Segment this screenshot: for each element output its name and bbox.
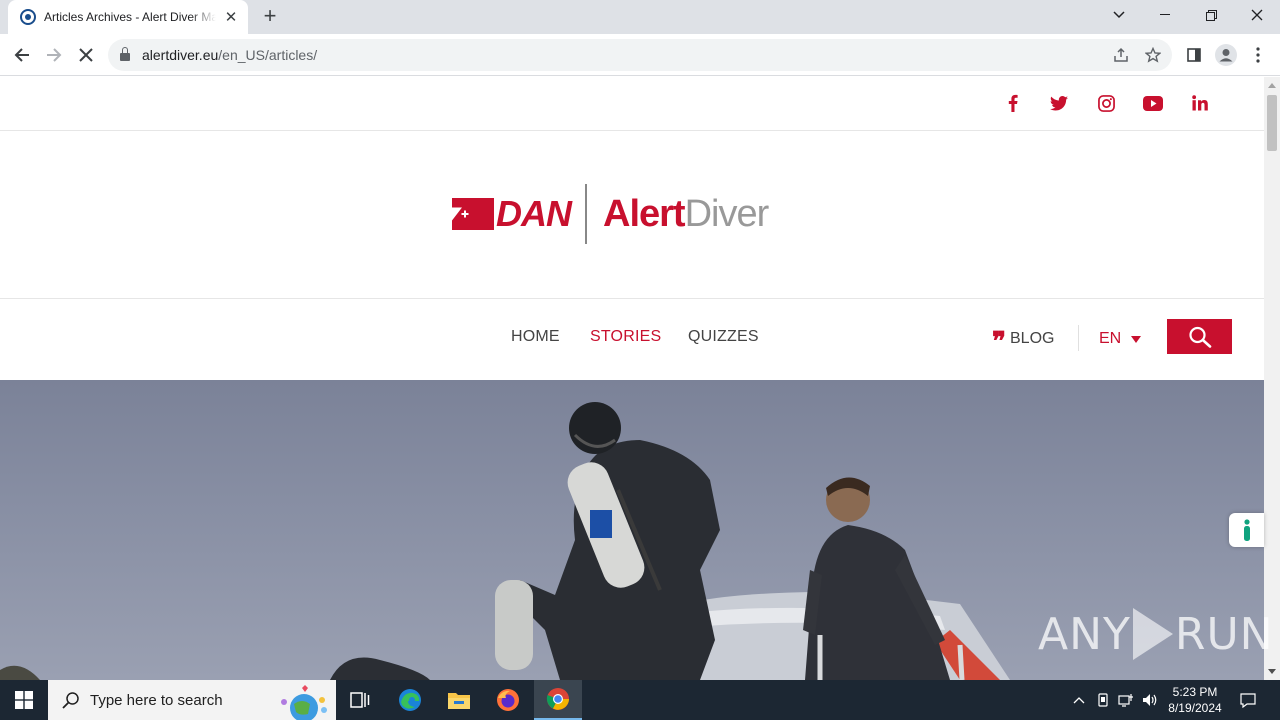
main-navigation: HOME STORIES QUIZZES ❞ BLOG EN [0,300,1264,380]
close-tab-icon[interactable]: ✕ [222,8,240,26]
network-icon[interactable] [1115,680,1137,720]
chrome-app[interactable] [534,680,582,720]
language-selector[interactable]: EN [1099,330,1142,348]
chrome-icon [546,688,569,710]
search-highlight-icon [281,685,327,720]
menu-dots-icon[interactable] [1244,41,1272,69]
volume-icon[interactable] [1139,680,1161,720]
file-explorer-app[interactable] [435,680,483,720]
tab-search-icon[interactable] [1096,0,1142,30]
watermark-right: RUN [1174,608,1274,660]
logo-header: DAN Alert Diver [0,131,1264,299]
search-icon [1188,326,1211,348]
nav-stories[interactable]: STORIES [590,328,661,346]
play-icon [1132,608,1173,660]
device-icon[interactable] [1092,680,1114,720]
windows-logo-icon [15,691,33,709]
task-view-button[interactable] [336,680,384,720]
nav-quizzes[interactable]: QUIZZES [688,328,759,346]
nav-divider [1078,325,1079,351]
watermark-left: ANY [1038,608,1131,660]
lock-icon[interactable] [120,47,130,61]
start-button[interactable] [0,680,48,720]
clock-date: 8/19/2024 [1168,701,1222,715]
address-bar[interactable]: alertdiver.eu/en_US/articles/ [108,39,1172,71]
twitter-icon[interactable] [1047,91,1071,115]
side-panel-icon[interactable] [1180,41,1208,69]
clock-time: 5:23 PM [1172,685,1218,699]
forward-button[interactable] [40,41,68,69]
task-view-icon [350,692,370,708]
tray-overflow-icon[interactable] [1068,680,1090,720]
youtube-icon[interactable] [1141,91,1165,115]
linkedin-icon[interactable] [1188,91,1212,115]
instagram-icon[interactable] [1094,91,1118,115]
accessibility-button[interactable] [1229,513,1264,547]
taskbar-clock[interactable]: 5:23 PM 8/19/2024 [1160,684,1230,716]
page-scrollbar[interactable] [1264,77,1280,680]
social-bar [0,77,1264,131]
logo-alert: Alert [603,192,686,235]
scroll-up-icon[interactable] [1268,83,1276,88]
firefox-icon [497,689,519,711]
search-placeholder: Type here to search [90,691,223,709]
new-tab-button[interactable]: + [258,4,282,28]
quote-icon: ❞ [992,327,1006,357]
stop-loading-button[interactable] [72,41,100,69]
dan-flag-icon [452,198,494,230]
profile-avatar[interactable] [1212,41,1240,69]
browser-tab[interactable]: Articles Archives - Alert Diver Magazine… [8,0,248,34]
anyrun-watermark: ANY RUN [1038,608,1274,660]
scroll-down-icon[interactable] [1268,669,1276,674]
bookmark-star-icon[interactable] [1144,46,1162,64]
taskbar-search[interactable]: Type here to search [48,680,336,720]
firefox-app[interactable] [484,680,532,720]
language-label: EN [1099,330,1122,347]
edge-app[interactable] [386,680,434,720]
site-favicon-icon [20,9,36,25]
scroll-thumb[interactable] [1267,95,1277,151]
url-path: /en_US/articles/ [218,47,318,63]
web-page: DAN Alert Diver HOME STORIES QUIZZES ❞ BL… [0,77,1264,680]
minimize-button[interactable] [1142,0,1188,30]
nav-blog[interactable]: ❞ BLOG [992,327,1055,357]
browser-toolbar: alertdiver.eu/en_US/articles/ [0,34,1280,76]
edge-icon [399,689,421,711]
site-logo[interactable]: DAN Alert Diver [452,183,770,245]
search-icon [62,692,79,709]
logo-diver: Diver [684,192,770,235]
url-domain: alertdiver.eu [142,47,219,63]
accessibility-icon [1243,519,1250,541]
caret-down-icon [1131,335,1142,343]
logo-divider [585,184,587,244]
windows-taskbar: Type here to search 5:23 PM 8/19/2024 [0,680,1280,720]
folder-icon [448,693,470,709]
logo-dan: DAN [496,193,572,234]
nav-home[interactable]: HOME [511,328,560,346]
back-button[interactable] [8,41,36,69]
tab-strip: Articles Archives - Alert Diver Magazine… [0,0,1280,34]
share-icon[interactable] [1112,46,1130,64]
facebook-icon[interactable] [1001,91,1025,115]
notification-icon[interactable] [1234,680,1262,720]
blog-label: BLOG [1010,330,1055,347]
tab-title: Articles Archives - Alert Diver Magazine [44,10,216,24]
restore-button[interactable] [1188,0,1234,30]
close-window-button[interactable] [1234,0,1280,30]
search-button[interactable] [1167,319,1232,354]
